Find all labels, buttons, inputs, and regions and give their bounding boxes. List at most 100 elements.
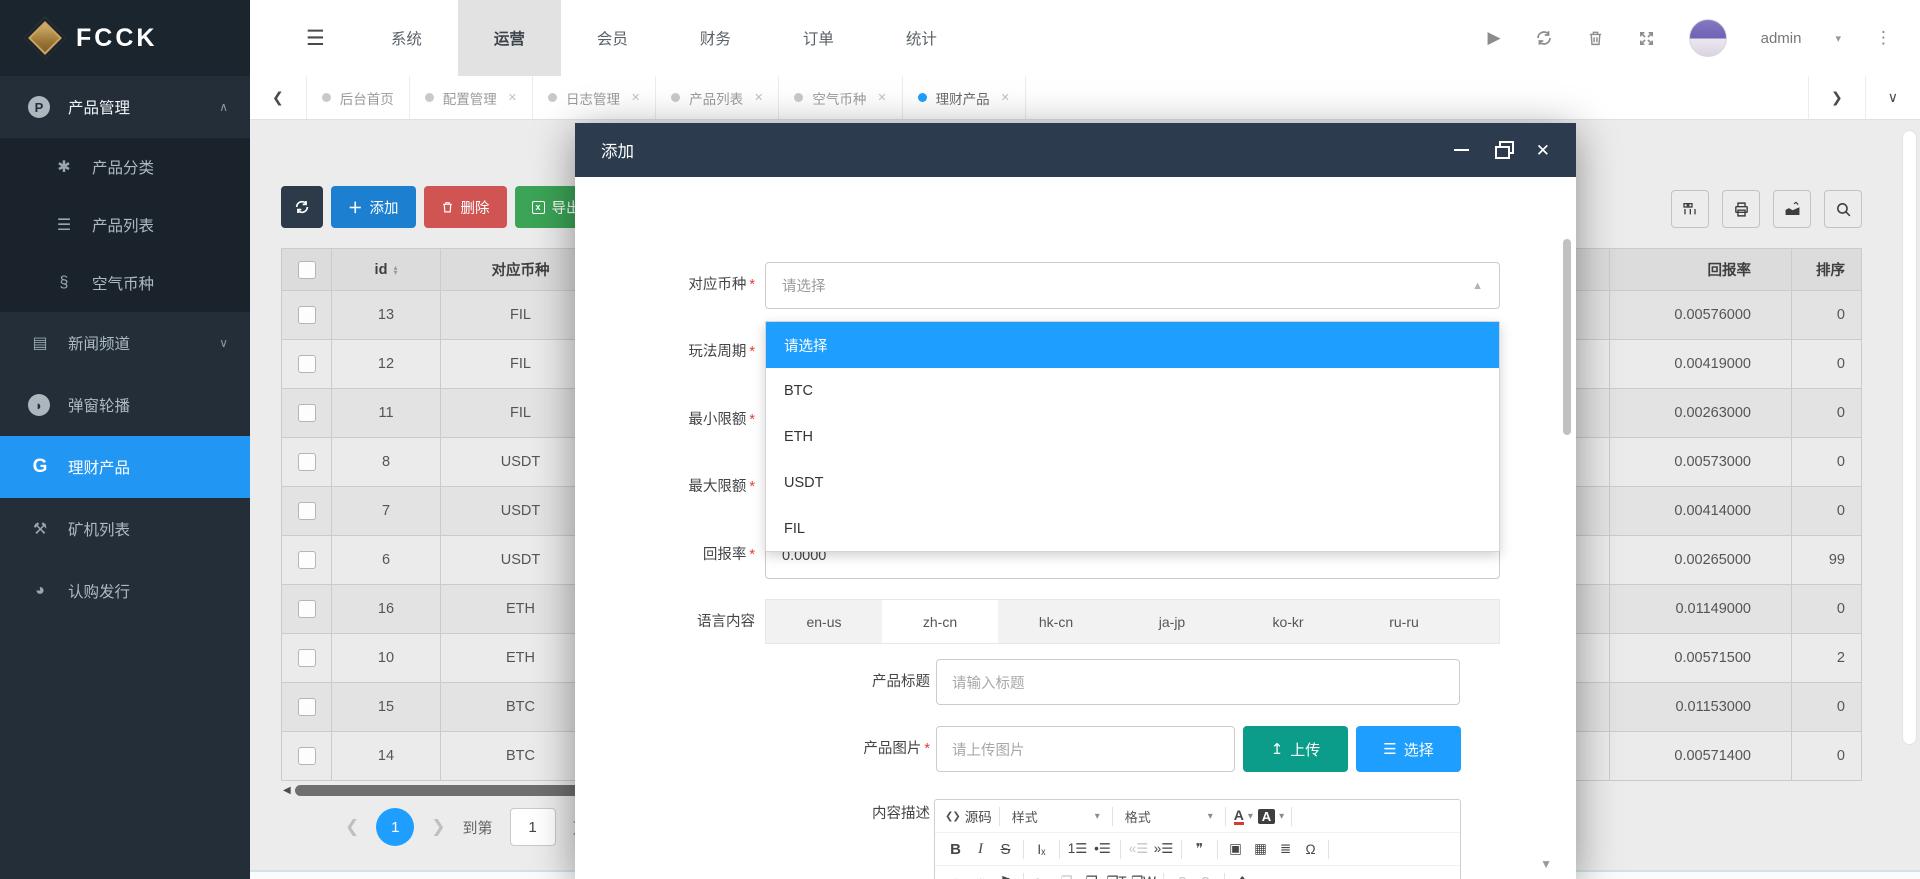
editor-paste-word-icon[interactable]: ❒W: [1129, 870, 1158, 879]
nav-item-财务[interactable]: 财务: [664, 0, 767, 76]
editor-italic-icon[interactable]: I: [968, 837, 993, 862]
column-header-rate[interactable]: 回报率: [1610, 249, 1792, 291]
sidebar-item-news[interactable]: ▤ 新闻频道 ∨: [0, 312, 250, 374]
tab-close-icon[interactable]: ✕: [631, 91, 640, 104]
play-icon[interactable]: ▶: [1488, 28, 1501, 48]
scroll-down-icon[interactable]: ▼: [1540, 857, 1552, 871]
scroll-left-arrow-icon[interactable]: ◀: [283, 785, 291, 796]
lang-tab-en-us[interactable]: en-us: [766, 600, 882, 643]
row-checkbox[interactable]: [298, 453, 316, 471]
user-caret-icon[interactable]: ▾: [1835, 32, 1841, 45]
lang-tab-hk-cn[interactable]: hk-cn: [998, 600, 1114, 643]
editor-horizontal-rule-icon[interactable]: ≣: [1273, 837, 1298, 862]
row-checkbox[interactable]: [298, 649, 316, 667]
tabs-scroll-left-icon[interactable]: ❮: [250, 76, 306, 119]
editor-indent-icon[interactable]: »☰: [1151, 837, 1176, 862]
trash-icon[interactable]: [1587, 29, 1604, 47]
editor-special-char-icon[interactable]: Ω: [1298, 837, 1323, 862]
row-checkbox[interactable]: [298, 698, 316, 716]
next-page-icon[interactable]: ❯: [431, 817, 445, 837]
dropdown-option-BTC[interactable]: BTC: [766, 368, 1499, 414]
row-checkbox[interactable]: [298, 404, 316, 422]
editor-paste-icon[interactable]: ❒: [1079, 870, 1104, 879]
minimize-icon[interactable]: [1454, 149, 1469, 151]
row-checkbox[interactable]: [298, 306, 316, 324]
coin-select[interactable]: 请选择 ▲: [765, 262, 1500, 309]
tab-close-icon[interactable]: ✕: [508, 91, 517, 104]
tab-close-icon[interactable]: ✕: [1001, 91, 1010, 104]
sidebar-item-miner-list[interactable]: ⚒ 矿机列表: [0, 498, 250, 560]
refresh-icon[interactable]: [1535, 29, 1553, 47]
column-header-sort[interactable]: 排序: [1792, 249, 1862, 291]
prev-page-icon[interactable]: ❮: [345, 817, 359, 837]
row-checkbox[interactable]: [298, 747, 316, 765]
print-icon[interactable]: [1722, 190, 1760, 228]
sidebar-item-subscribe[interactable]: ◕ 认购发行: [0, 560, 250, 622]
editor-bullet-list-icon[interactable]: •☰: [1090, 837, 1115, 862]
tab-配置管理[interactable]: 配置管理✕: [410, 76, 533, 119]
current-page-button[interactable]: 1: [376, 808, 414, 846]
refresh-button[interactable]: [281, 186, 323, 228]
lang-tab-ja-jp[interactable]: ja-jp: [1114, 600, 1230, 643]
sidebar-item-popup[interactable]: ◗ 弹窗轮播: [0, 374, 250, 436]
editor-format-combo[interactable]: 格式▾: [1118, 804, 1220, 829]
editor-link-icon[interactable]: ⚭: [943, 870, 968, 879]
page-scrollbar-thumb[interactable]: [1902, 130, 1917, 745]
editor-source-code-icon[interactable]: ❮❯源码: [943, 804, 994, 829]
tab-close-icon[interactable]: ✕: [877, 91, 886, 104]
tab-close-icon[interactable]: ✕: [754, 91, 763, 104]
sidebar-item-product-list[interactable]: ☰ 产品列表: [0, 196, 250, 254]
row-checkbox[interactable]: [298, 355, 316, 373]
tab-后台首页[interactable]: 后台首页: [306, 76, 410, 119]
column-header-id[interactable]: id▴▾: [332, 249, 441, 291]
nav-item-运营[interactable]: 运营: [458, 0, 561, 76]
add-button[interactable]: ＋添加: [331, 186, 416, 228]
delete-button[interactable]: 删除: [424, 186, 507, 228]
tab-产品列表[interactable]: 产品列表✕: [656, 76, 779, 119]
editor-styles-combo[interactable]: 样式▾: [1005, 804, 1107, 829]
nav-item-统计[interactable]: 统计: [870, 0, 973, 76]
tabs-dropdown-icon[interactable]: ∨: [1865, 76, 1920, 119]
editor-bold-icon[interactable]: B: [943, 837, 968, 862]
editor-blockquote-icon[interactable]: ❞: [1187, 837, 1212, 862]
dropdown-option-USDT[interactable]: USDT: [766, 460, 1499, 506]
menu-fold-icon[interactable]: ☰: [250, 0, 355, 76]
export-data-icon[interactable]: [1773, 190, 1811, 228]
editor-insert-table-icon[interactable]: ▦: [1248, 837, 1273, 862]
nav-item-订单[interactable]: 订单: [767, 0, 870, 76]
lang-tab-ru-ru[interactable]: ru-ru: [1346, 600, 1462, 643]
tab-空气币种[interactable]: 空气币种✕: [779, 76, 902, 119]
nav-item-系统[interactable]: 系统: [355, 0, 458, 76]
dropdown-option-ETH[interactable]: ETH: [766, 414, 1499, 460]
editor-anchor-icon[interactable]: ⚑: [993, 870, 1018, 879]
editor-paste-text-icon[interactable]: ❒T: [1104, 870, 1129, 879]
search-icon[interactable]: [1824, 190, 1862, 228]
sidebar-item-product-mgmt[interactable]: P 产品管理 ∧: [0, 76, 250, 138]
fullscreen-icon[interactable]: [1638, 30, 1655, 47]
user-avatar[interactable]: [1689, 19, 1727, 57]
editor-insert-image-icon[interactable]: ▣: [1223, 837, 1248, 862]
username[interactable]: admin: [1761, 30, 1802, 47]
sidebar-item-product-category[interactable]: ✱ 产品分类: [0, 138, 250, 196]
title-input[interactable]: 请输入标题: [936, 659, 1460, 705]
editor-bg-color-icon[interactable]: A▾: [1256, 804, 1286, 829]
lang-tab-zh-cn[interactable]: zh-cn: [882, 600, 998, 643]
dropdown-option-FIL[interactable]: FIL: [766, 506, 1499, 552]
columns-toggle-icon[interactable]: [1671, 190, 1709, 228]
kebab-menu-icon[interactable]: ⋮: [1875, 28, 1892, 48]
close-icon[interactable]: ✕: [1536, 142, 1550, 159]
editor-ordered-list-icon[interactable]: 1☰: [1065, 837, 1090, 862]
lang-tab-ko-kr[interactable]: ko-kr: [1230, 600, 1346, 643]
dialog-scrollbar-thumb[interactable]: [1563, 239, 1571, 435]
row-checkbox[interactable]: [298, 551, 316, 569]
image-input[interactable]: 请上传图片: [936, 726, 1235, 772]
editor-maximize-icon[interactable]: ❖: [1230, 870, 1255, 879]
tab-日志管理[interactable]: 日志管理✕: [533, 76, 656, 119]
dialog-header[interactable]: 添加 ✕: [575, 123, 1576, 177]
editor-text-color-icon[interactable]: A▾: [1231, 804, 1256, 829]
nav-item-会员[interactable]: 会员: [561, 0, 664, 76]
choose-button[interactable]: ☰选择: [1356, 726, 1461, 772]
row-checkbox[interactable]: [298, 600, 316, 618]
row-checkbox[interactable]: [298, 502, 316, 520]
tab-理财产品[interactable]: 理财产品✕: [903, 76, 1026, 119]
